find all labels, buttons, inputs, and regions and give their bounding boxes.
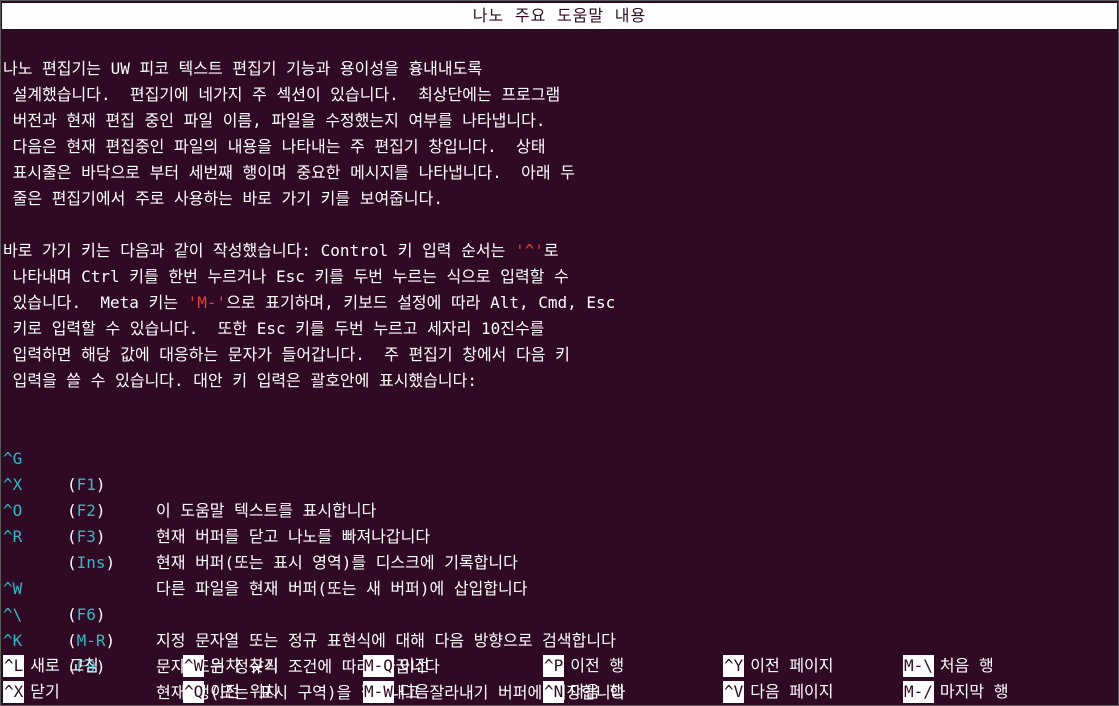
help-text-line: 나타내며 Ctrl 키를 한번 누르거나 Esc 키를 두번 누르는 식으로 입…	[3, 267, 569, 286]
command-key: ^K	[3, 631, 23, 650]
shortcut-key: ^L	[3, 655, 25, 677]
help-text-line: 입력을 쓸 수 있습니다. 대안 키 입력은 괄호안에 표시했습니다:	[3, 371, 477, 390]
help-text-line: 입력하면 해당 값에 대응하는 문자가 들어갑니다. 주 편집기 창에서 다음 …	[3, 345, 570, 364]
shortcut-label: 이전 위치	[210, 682, 279, 701]
help-text-line: 버전과 현재 편집 중인 파일 이름, 파일을 수정했는지 여부를 나타냅니다.	[3, 111, 546, 130]
shortcut-next-line[interactable]: ^N 다음 행	[543, 681, 624, 703]
shortcut-next[interactable]: M-W 다음	[363, 681, 429, 703]
shortcut-key: ^Q	[183, 681, 205, 703]
command-alt-key: F1	[76, 475, 96, 494]
shortcut-label: 다음 행	[570, 682, 625, 701]
help-text-line: 있습니다. Meta 키는 'M-'으로 표기하며, 키보드 설정에 따라 Al…	[3, 290, 616, 316]
help-text-line: 나노 편집기는 UW 피코 텍스트 편집기 기능과 용이성을 흉내내도록	[3, 59, 483, 78]
shortcut-label: 이전 페이지	[750, 656, 834, 675]
command-row: ^\ (M-R) 문자 또는 정규식 조건에 따라 바꿉니다	[3, 576, 440, 676]
shortcut-prev-position[interactable]: ^Q 이전 위치	[183, 681, 279, 703]
shortcut-label: 다음 페이지	[750, 682, 834, 701]
command-description: 이 도움말 텍스트를 표시합니다	[156, 501, 377, 520]
command-alt-key: M-R	[76, 631, 106, 650]
command-key: ^R	[3, 527, 23, 546]
shortcut-previous[interactable]: M-Q 이전	[363, 655, 429, 677]
command-description: 지정 문자열 또는 정규 표현식에 대해 다음 방향으로 검색합니다	[156, 631, 616, 650]
shortcut-key: M-W	[363, 681, 394, 703]
shortcut-close[interactable]: ^X 닫기	[3, 681, 60, 703]
command-alt-key: F6	[76, 605, 96, 624]
help-text-line: 키로 입력할 수 있습니다. 또한 Esc 키를 두번 누르고 세자리 10진수…	[3, 319, 545, 338]
shortcut-label: 위치 찾기	[210, 656, 279, 675]
shortcut-prev-line[interactable]: ^P 이전 행	[543, 655, 624, 677]
command-alt-key: F3	[76, 527, 96, 546]
command-description: 현재 버퍼를 닫고 나노를 빠져나갑니다	[156, 527, 431, 546]
command-description: 다른 파일을 현재 버퍼(또는 새 버퍼)에 삽입합니다	[156, 579, 528, 598]
command-row: ^O (F3) 현재 버퍼(또는 표시 영역)를 디스크에 기록합니다	[3, 472, 518, 572]
shortcut-label: 이전	[399, 656, 430, 675]
shortcut-key: ^P	[543, 655, 565, 677]
command-alt-key: F2	[76, 501, 96, 520]
title-bar: 나노 주요 도움말 내용	[2, 3, 1117, 29]
shortcut-key: ^V	[723, 681, 745, 703]
command-row: ^R (Ins) 다른 파일을 현재 버퍼(또는 새 버퍼)에 삽입합니다	[3, 498, 527, 598]
shortcut-key: ^W	[183, 655, 205, 677]
shortcut-first-line[interactable]: M-\ 처음 행	[903, 655, 994, 677]
shortcut-key: ^Y	[723, 655, 745, 677]
shortcut-last-line[interactable]: M-/ 마지막 행	[903, 681, 1008, 703]
text-segment: 바로 가기 키는 다음과 같이 작성했습니다: Control 키 입력 순서는	[3, 241, 515, 260]
command-row: ^W (F6) 지정 문자열 또는 정규 표현식에 대해 다음 방향으로 검색합…	[3, 550, 616, 650]
shortcut-label: 닫기	[30, 682, 60, 701]
command-row: ^G (F1) 이 도움말 텍스트를 표시합니다	[3, 420, 376, 520]
command-row: ^X (F2) 현재 버퍼를 닫고 나노를 빠져나갑니다	[3, 446, 430, 546]
shortcut-refresh[interactable]: ^L 새로 고침	[3, 655, 99, 677]
shortcut-key: M-Q	[363, 655, 394, 677]
control-notation: '^'	[514, 241, 544, 260]
shortcut-label: 다음	[399, 682, 430, 701]
shortcut-key: M-/	[903, 681, 934, 703]
shortcut-label: 이전 행	[570, 656, 625, 675]
text-segment: 있습니다. Meta 키는	[3, 293, 188, 312]
shortcut-key: ^N	[543, 681, 565, 703]
help-text-line: 설계했습니다. 편집기에 네가지 주 섹션이 있습니다. 최상단에는 프로그램	[3, 85, 561, 104]
shortcut-key: M-\	[903, 655, 934, 677]
shortcut-label: 처음 행	[939, 656, 994, 675]
command-alt-key: Ins	[76, 553, 106, 572]
shortcut-label: 마지막 행	[939, 682, 1009, 701]
shortcut-where-is[interactable]: ^W 위치 찾기	[183, 655, 279, 677]
help-text-line: 다음은 현재 편집중인 파일의 내용을 나타내는 주 편집기 창입니다. 상태	[3, 137, 546, 156]
shortcut-key: ^X	[3, 681, 25, 703]
shortcut-label: 새로 고침	[30, 656, 99, 675]
shortcut-prev-page[interactable]: ^Y 이전 페이지	[723, 655, 834, 677]
command-row: ^K (F9) 현재 행(또는 표시 구역)을 잘라내고 잘라내기 버퍼에 저장…	[3, 602, 625, 702]
help-text-line: 바로 가기 키는 다음과 같이 작성했습니다: Control 키 입력 순서는…	[3, 238, 559, 264]
help-text-line: 줄은 편집기에서 주로 사용하는 바로 가기 키를 보여줍니다.	[3, 189, 443, 208]
text-segment: 로	[543, 241, 559, 260]
help-text-line: 표시줄은 바닥으로 부터 세번째 행이며 중요한 메시지를 나타냅니다. 아래 …	[3, 163, 575, 182]
text-segment: 으로 표기하며, 키보드 설정에 따라 Alt, Cmd, Esc	[226, 293, 616, 312]
shortcut-next-page[interactable]: ^V 다음 페이지	[723, 681, 834, 703]
command-description: 현재 버퍼(또는 표시 영역)를 디스크에 기록합니다	[156, 553, 518, 572]
meta-notation: 'M-'	[187, 293, 227, 312]
